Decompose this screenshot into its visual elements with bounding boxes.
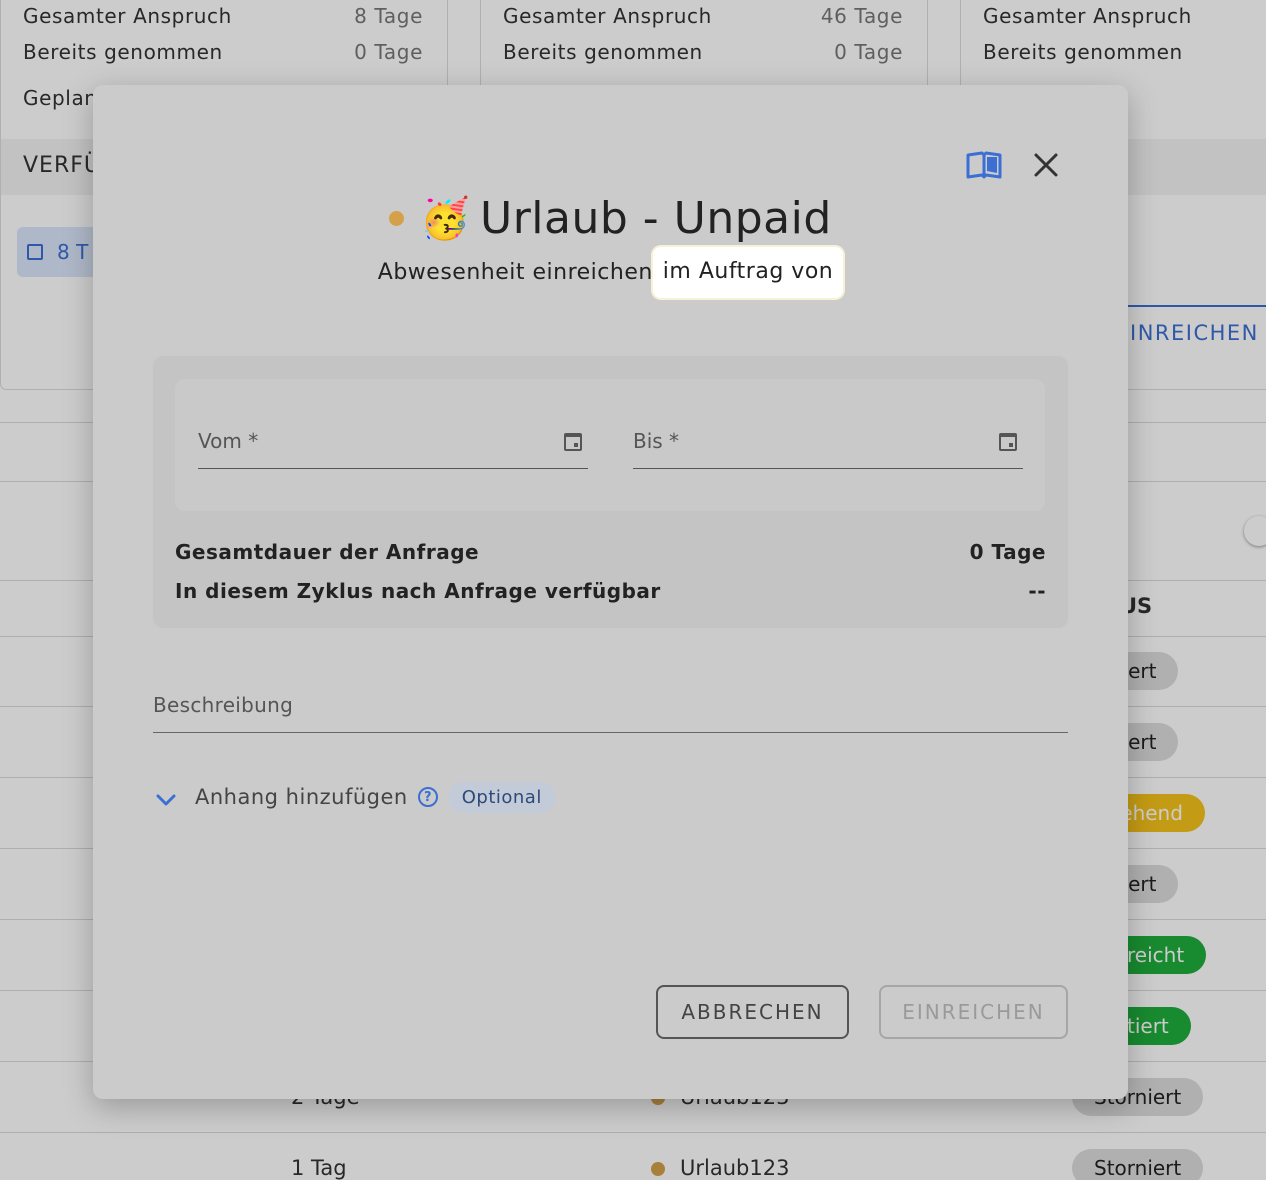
calendar-icon[interactable]	[564, 433, 582, 451]
from-date-label: Vom *	[198, 429, 259, 453]
cancel-button[interactable]: ABBRECHEN	[656, 985, 849, 1039]
optional-badge: Optional	[447, 781, 556, 813]
absence-request-dialog: 🥳 Urlaub - Unpaid Abwesenheit einreichen…	[93, 85, 1128, 1099]
available-after-row: In diesem Zyklus nach Anfrage verfügbar …	[175, 579, 1046, 603]
total-duration-value: 0 Tage	[969, 540, 1046, 564]
total-duration-label: Gesamtdauer der Anfrage	[175, 540, 480, 564]
close-icon	[1034, 153, 1058, 177]
chevron-down-icon	[156, 794, 176, 806]
expand-attachment-button[interactable]	[153, 787, 179, 813]
help-docs-button[interactable]	[964, 147, 1004, 183]
close-button[interactable]	[1026, 147, 1066, 183]
total-duration-row: Gesamtdauer der Anfrage 0 Tage	[175, 540, 1046, 564]
dialog-actions	[964, 147, 1066, 183]
attachment-section: Anhang hinzufügen ? Optional	[153, 781, 556, 813]
description-label: Beschreibung	[153, 693, 294, 717]
dialog-subtitle: Abwesenheit einreichen im Auftrag von	[93, 247, 1128, 298]
attachment-label[interactable]: Anhang hinzufügen	[195, 785, 408, 809]
to-date-field[interactable]: Bis *	[633, 425, 1023, 469]
help-icon[interactable]: ?	[417, 787, 438, 807]
title-text: Urlaub - Unpaid	[480, 193, 832, 244]
from-date-field[interactable]: Vom *	[198, 425, 588, 469]
available-after-value: --	[1028, 579, 1046, 603]
date-range-picker: Vom * Bis *	[175, 379, 1045, 511]
available-after-label: In diesem Zyklus nach Anfrage verfügbar	[175, 579, 661, 603]
party-face-emoji-icon: 🥳	[420, 195, 470, 242]
to-date-label: Bis *	[633, 429, 680, 453]
request-summary: Vom * Bis * Gesamtdauer der Anfrage 0 Ta…	[153, 356, 1068, 628]
category-dot	[389, 211, 405, 226]
dialog-title: 🥳 Urlaub - Unpaid	[93, 193, 1128, 244]
on-behalf-of-button[interactable]: im Auftrag von	[652, 247, 844, 298]
description-field[interactable]: Beschreibung	[153, 685, 1068, 733]
submit-button[interactable]: EINREICHEN	[879, 985, 1068, 1039]
subtitle-text: Abwesenheit einreichen	[377, 260, 653, 285]
open-book-icon	[966, 151, 1002, 179]
calendar-icon[interactable]	[999, 433, 1017, 451]
